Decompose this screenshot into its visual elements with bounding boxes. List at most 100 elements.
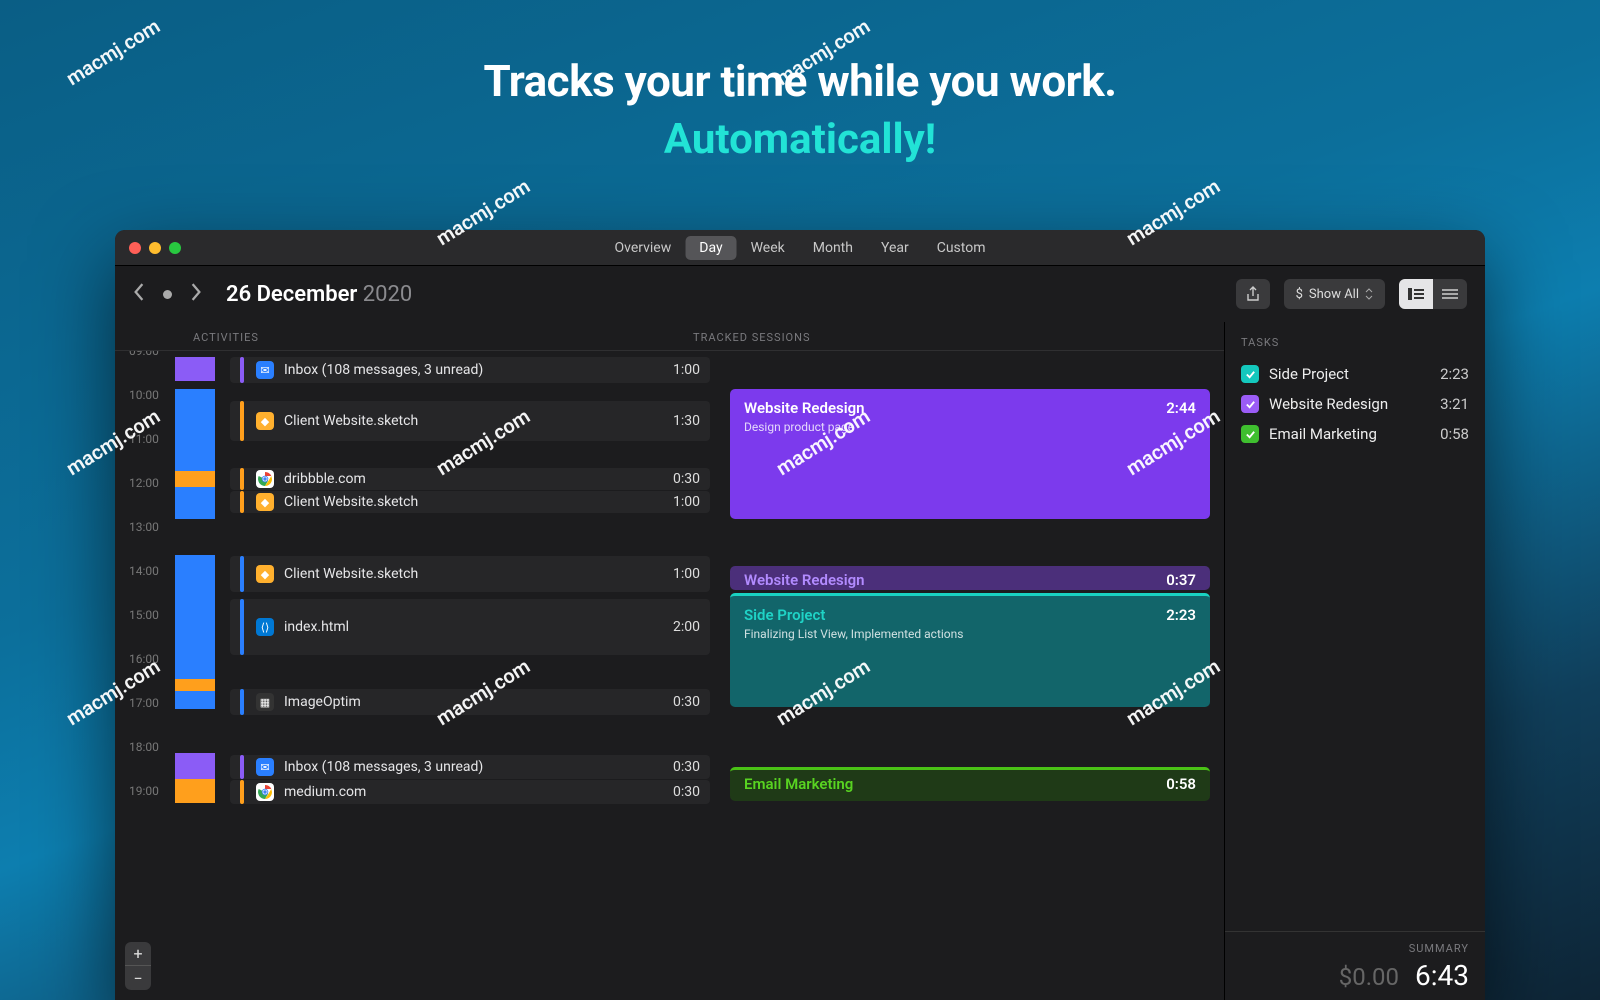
layout-toggle	[1399, 279, 1467, 309]
activity-color-bar	[240, 599, 244, 655]
activity-name: Client Website.sketch	[284, 413, 418, 429]
tracked-session[interactable]: Website Redesign2:44Design product page	[730, 389, 1210, 519]
currency-icon: $	[1296, 287, 1303, 302]
app-icon: ⟨⟩	[256, 618, 274, 636]
prev-day-button[interactable]	[133, 283, 145, 305]
app-window: OverviewDayWeekMonthYearCustom 26 Decemb…	[115, 230, 1485, 1000]
hero: Tracks your time while you work. Automat…	[0, 0, 1600, 164]
minimize-icon[interactable]	[149, 242, 161, 254]
session-title: Side Project	[744, 606, 825, 624]
session-title: Email Marketing	[744, 775, 853, 793]
activity-row[interactable]: ◆Client Website.sketch1:00	[230, 556, 710, 592]
next-day-button[interactable]	[190, 283, 202, 305]
main-column: ACTIVITIES TRACKED SESSIONS + − 09:0010:…	[115, 322, 1225, 1000]
task-duration: 3:21	[1440, 395, 1469, 413]
hour-label: 10:00	[129, 388, 159, 402]
timeline[interactable]: + − 09:0010:0011:0012:0013:0014:0015:001…	[115, 350, 1224, 1000]
tab-day[interactable]: Day	[685, 236, 736, 260]
tab-custom[interactable]: Custom	[923, 236, 1000, 260]
app-icon: ✉	[256, 758, 274, 776]
activity-duration: 0:30	[673, 759, 700, 775]
session-title: Website Redesign	[744, 399, 865, 417]
strip-block	[175, 753, 215, 779]
zoom-control: + −	[125, 942, 151, 990]
activity-row[interactable]: ⟨⟩index.html2:00	[230, 599, 710, 655]
tab-week[interactable]: Week	[737, 236, 799, 260]
hour-label: 13:00	[129, 520, 159, 534]
tab-year[interactable]: Year	[867, 236, 923, 260]
activity-name: Client Website.sketch	[284, 494, 418, 510]
session-subtitle: Finalizing List View, Implemented action…	[744, 627, 1196, 641]
layout-columns-button[interactable]	[1399, 279, 1433, 309]
activity-name: medium.com	[284, 784, 366, 800]
filter-dropdown[interactable]: $ Show All	[1284, 279, 1385, 309]
hero-line1: Tracks your time while you work.	[0, 55, 1600, 107]
activity-row[interactable]: medium.com0:30	[230, 780, 710, 804]
activity-duration: 0:30	[673, 471, 700, 487]
task-checkbox[interactable]	[1241, 395, 1259, 413]
app-icon	[256, 470, 274, 488]
tab-month[interactable]: Month	[799, 236, 867, 260]
layout-list-button[interactable]	[1433, 279, 1467, 309]
task-row[interactable]: Email Marketing0:58	[1225, 419, 1485, 449]
summary-cost: $0.00	[1339, 963, 1399, 991]
activity-color-bar	[240, 468, 244, 490]
session-duration: 2:23	[1166, 606, 1196, 624]
hour-label: 19:00	[129, 784, 159, 798]
activity-color-bar	[240, 556, 244, 592]
tasks-column: TASKS Side Project2:23 Website Redesign 3:…	[1225, 322, 1485, 1000]
activity-name: dribbble.com	[284, 471, 366, 487]
activity-duration: 1:00	[673, 494, 700, 510]
filter-label: Show All	[1309, 287, 1359, 302]
task-row[interactable]: Website Redesign 3:21	[1225, 389, 1485, 419]
activity-duration: 1:00	[673, 362, 700, 378]
activity-duration: 1:00	[673, 566, 700, 582]
app-icon	[256, 783, 274, 801]
zoom-out-button[interactable]: −	[125, 966, 151, 990]
activity-row[interactable]: ✉Inbox (108 messages, 3 unread)0:30	[230, 755, 710, 779]
tab-overview[interactable]: Overview	[601, 236, 686, 260]
tracked-session[interactable]: Website Redesign0:37	[730, 566, 1210, 590]
hour-label: 14:00	[129, 564, 159, 578]
zoom-in-button[interactable]: +	[125, 942, 151, 966]
strip-block	[175, 357, 215, 381]
hour-label: 17:00	[129, 696, 159, 710]
activity-duration: 0:30	[673, 694, 700, 710]
app-icon: ◆	[256, 412, 274, 430]
activity-name: ImageOptim	[284, 694, 361, 710]
strip-block	[175, 691, 215, 709]
strip-block	[175, 679, 215, 691]
tracked-session[interactable]: Side Project 2:23 Finalizing List View, Im…	[730, 593, 1210, 707]
activity-row[interactable]: ✉Inbox (108 messages, 3 unread)1:00	[230, 357, 710, 383]
chevron-updown-icon	[1365, 288, 1373, 300]
titlebar: OverviewDayWeekMonthYearCustom	[115, 230, 1485, 266]
app-icon: ✉	[256, 361, 274, 379]
task-row[interactable]: Side Project2:23	[1225, 359, 1485, 389]
fullscreen-icon[interactable]	[169, 242, 181, 254]
view-range-segmented: OverviewDayWeekMonthYearCustom	[601, 236, 1000, 260]
task-duration: 0:58	[1440, 425, 1469, 443]
task-name: Website Redesign	[1269, 395, 1388, 413]
strip-block	[175, 779, 215, 803]
activity-row[interactable]: ◆ Client Website.sketch 1:30	[230, 401, 710, 441]
activity-duration: 1:30	[673, 413, 700, 429]
summary: SUMMARY $0.00 6:43	[1225, 931, 1485, 1000]
session-duration: 0:37	[1166, 571, 1196, 589]
task-checkbox[interactable]	[1241, 365, 1259, 383]
today-button[interactable]	[163, 290, 172, 299]
tasks-header: TASKS	[1225, 336, 1485, 359]
strip-block	[175, 471, 215, 487]
date-nav	[133, 283, 202, 305]
share-button[interactable]	[1236, 279, 1270, 309]
task-duration: 2:23	[1440, 365, 1469, 383]
close-icon[interactable]	[129, 242, 141, 254]
traffic-lights	[129, 242, 181, 254]
activity-color-bar	[240, 755, 244, 779]
activity-color-bar	[240, 689, 244, 715]
activity-row[interactable]: ◆Client Website.sketch1:00	[230, 491, 710, 513]
tracked-session[interactable]: Email Marketing0:58	[730, 767, 1210, 801]
activity-row[interactable]: ▦ImageOptim0:30	[230, 689, 710, 715]
activity-row[interactable]: dribbble.com 0:30	[230, 468, 710, 490]
activity-color-bar	[240, 357, 244, 383]
task-checkbox[interactable]	[1241, 425, 1259, 443]
